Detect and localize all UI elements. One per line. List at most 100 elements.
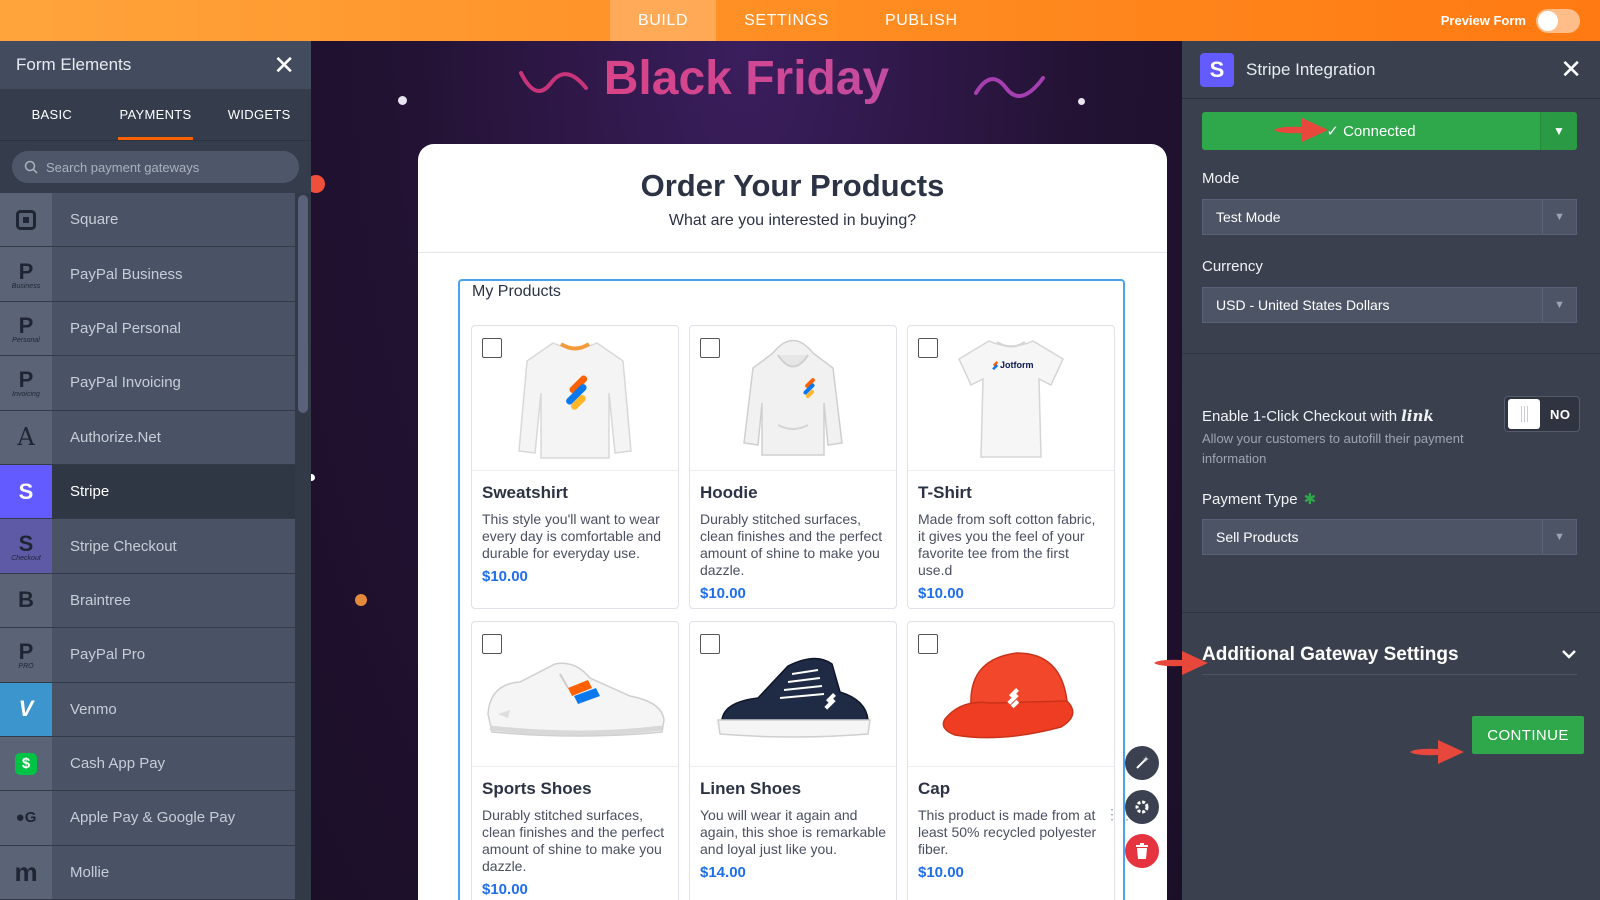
gateway-venmo[interactable]: V Venmo [0, 682, 311, 737]
field-tools [1125, 746, 1159, 868]
currency-value: USD - United States Dollars [1216, 297, 1390, 313]
product-checkbox[interactable] [700, 634, 720, 654]
gateway-name: Authorize.Net [70, 428, 161, 446]
stripe-icon: S [0, 464, 52, 519]
paypal-icon: P Business [0, 247, 52, 301]
element-tabs: BASIC PAYMENTS WIDGETS [0, 89, 311, 141]
toggle-value: NO [1550, 406, 1571, 422]
paypal-icon: P Personal [0, 301, 52, 356]
annotation-arrow-icon [1154, 651, 1208, 675]
chevron-down-icon: ▼ [1542, 288, 1576, 322]
gateway-stripe-checkout[interactable]: S Checkout Stripe Checkout [0, 519, 311, 574]
authorize-icon: A [0, 410, 52, 464]
product-description: Durably stitched surfaces, clean finishe… [700, 511, 883, 578]
tab-basic[interactable]: BASIC [0, 89, 104, 140]
tab-widgets[interactable]: WIDGETS [207, 89, 311, 140]
gateway-list-scrollbar[interactable] [295, 193, 311, 900]
trash-icon[interactable] [1125, 834, 1159, 868]
continue-button[interactable]: CONTINUE [1472, 716, 1584, 754]
product-price: $14.00 [700, 864, 746, 881]
divider [1182, 353, 1600, 354]
one-click-label-text: Enable 1-Click Checkout with [1202, 408, 1398, 425]
gateway-paypal-personal[interactable]: P Personal PayPal Personal [0, 301, 311, 357]
gateway-icon-sub: Checkout [11, 554, 41, 562]
mode-select[interactable]: Test Mode ▼ [1202, 199, 1577, 235]
tab-publish[interactable]: PUBLISH [857, 0, 986, 41]
gear-icon[interactable] [1125, 790, 1159, 824]
product-checkbox[interactable] [482, 338, 502, 358]
gateway-name: Stripe [70, 483, 110, 501]
tshirt-icon: Jotform [958, 340, 1064, 458]
cap-icon [942, 652, 1074, 739]
product-card: Linen Shoes You will wear it again and a… [689, 621, 897, 900]
hoodie-icon [743, 339, 843, 456]
mode-value: Test Mode [1216, 209, 1281, 225]
product-checkbox[interactable] [918, 338, 938, 358]
one-click-checkout-description: Allow your customers to autofill their p… [1202, 431, 1464, 466]
one-click-checkout-toggle[interactable]: NO [1504, 396, 1580, 432]
payment-type-value: Sell Products [1216, 529, 1299, 545]
link-logo: link [1401, 407, 1434, 425]
toggle-knob [1538, 10, 1558, 31]
gateway-apple-google-pay[interactable]: ●G Apple Pay & Google Pay [0, 791, 311, 846]
tab-build[interactable]: BUILD [610, 0, 717, 41]
product-image [690, 326, 896, 471]
payment-type-select[interactable]: Sell Products ▼ [1202, 519, 1577, 555]
product-checkbox[interactable] [482, 634, 502, 654]
scrollbar-thumb[interactable] [298, 195, 308, 413]
panel-title: Form Elements [16, 55, 132, 74]
search-input[interactable] [46, 159, 276, 175]
form-title[interactable]: Order Your Products [418, 168, 1167, 204]
product-list-field[interactable]: My Products Sweatshirt This style you'll… [458, 279, 1125, 900]
product-card: Jotform T-Shirt Made from soft cotton fa… [907, 325, 1115, 609]
gateway-icon-sub: Personal [12, 336, 40, 344]
payment-type-label-text: Payment Type [1202, 491, 1298, 508]
currency-select[interactable]: USD - United States Dollars ▼ [1202, 287, 1577, 323]
gateway-name: Mollie [70, 863, 110, 881]
additional-gateway-settings[interactable]: Additional Gateway Settings [1202, 635, 1577, 675]
product-checkbox[interactable] [918, 634, 938, 654]
tshirt-brand: Jotform [1000, 360, 1034, 370]
gateway-paypal-invoicing[interactable]: P Invoicing PayPal Invoicing [0, 356, 311, 411]
gateway-paypal-pro[interactable]: P PRO PayPal Pro [0, 628, 311, 683]
sneaker-icon [487, 662, 665, 737]
form-canvas: Black Friday Order Your Products What ar… [311, 41, 1182, 900]
gateway-stripe[interactable]: S Stripe ⋮ [0, 464, 311, 520]
required-icon: ✱ [1303, 491, 1317, 508]
magic-wand-icon[interactable] [1125, 746, 1159, 780]
tab-payments[interactable]: PAYMENTS [104, 89, 208, 140]
tab-settings[interactable]: SETTINGS [716, 0, 857, 41]
paypal-icon: P PRO [0, 628, 52, 682]
connected-button[interactable]: ✓ Connected [1202, 112, 1540, 150]
product-price: $10.00 [700, 585, 746, 602]
close-icon[interactable]: ✕ [273, 52, 295, 78]
gateway-cash-app-pay[interactable]: $ Cash App Pay [0, 736, 311, 792]
close-icon[interactable]: ✕ [1560, 54, 1582, 85]
product-description: You will wear it again and again, this s… [700, 807, 886, 857]
product-price: $10.00 [918, 864, 964, 881]
mollie-icon: m [0, 845, 52, 900]
search-icon [24, 160, 38, 174]
product-checkbox[interactable] [700, 338, 720, 358]
product-image [690, 622, 896, 767]
product-card: Cap This product is made from at least 5… [907, 621, 1115, 900]
annotation-arrow-icon [1274, 118, 1328, 142]
venmo-icon: V [0, 682, 52, 736]
gateway-mollie[interactable]: m Mollie [0, 845, 311, 900]
connected-button-group: ✓ Connected ▼ [1202, 112, 1577, 150]
gateway-paypal-business[interactable]: P Business PayPal Business [0, 247, 311, 302]
gateway-braintree[interactable]: B Braintree [0, 573, 311, 629]
product-description: This style you'll want to wear every day… [482, 511, 661, 561]
mode-label: Mode [1202, 170, 1240, 187]
product-name: Sports Shoes [482, 779, 592, 798]
form-elements-header: Form Elements ✕ [0, 41, 311, 89]
gateway-square[interactable]: Square [0, 193, 311, 248]
product-name: T-Shirt [918, 483, 972, 502]
preview-form-toggle[interactable] [1536, 8, 1580, 33]
square-icon [0, 193, 52, 247]
search-area [0, 141, 311, 193]
product-description: Made from soft cotton fabric, it gives y… [918, 511, 1096, 578]
form-subtitle[interactable]: What are you interested in buying? [418, 212, 1167, 230]
gateway-authorize-net[interactable]: A Authorize.Net [0, 410, 311, 465]
chevron-down-icon[interactable]: ▼ [1540, 112, 1577, 150]
